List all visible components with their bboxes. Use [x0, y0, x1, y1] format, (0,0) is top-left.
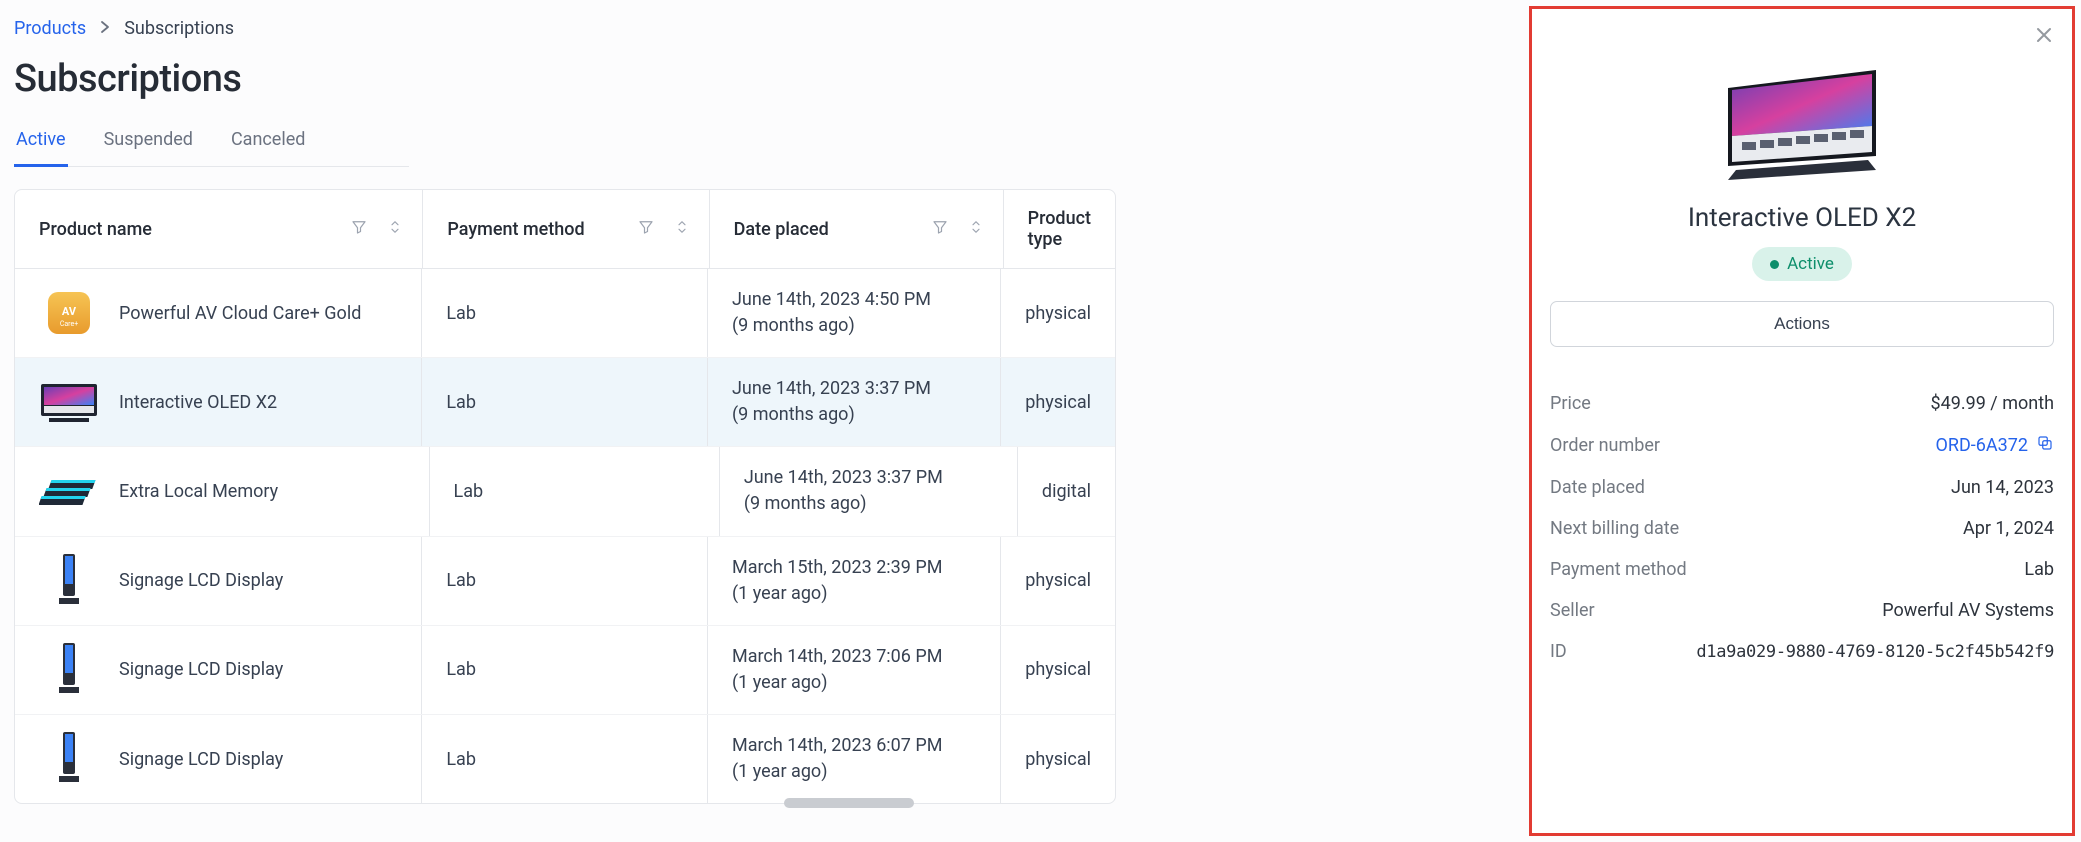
- cell-date-relative: (1 year ago): [732, 670, 942, 696]
- filter-icon[interactable]: [637, 218, 655, 241]
- table-row[interactable]: AV Care+ Powerful AV Cloud Care+ Gold Lab…: [15, 269, 1115, 358]
- table-row[interactable]: Signage LCD Display Lab March 15th, 2023…: [15, 537, 1115, 626]
- product-name: Signage LCD Display: [119, 659, 283, 680]
- tab-canceled[interactable]: Canceled: [229, 129, 308, 167]
- status-dot-icon: [1770, 260, 1779, 269]
- cell-date-relative: (9 months ago): [732, 402, 931, 428]
- product-image-tv-icon: [1722, 59, 1882, 189]
- cell-type: physical: [1001, 358, 1115, 446]
- column-header-label: Date placed: [734, 219, 829, 240]
- field-value-date: Jun 14, 2023: [1951, 477, 2054, 498]
- column-header-product[interactable]: Product name: [15, 190, 423, 268]
- product-name: Signage LCD Display: [119, 570, 283, 591]
- panel-title: Interactive OLED X2: [1688, 203, 1916, 233]
- cell-type: physical: [1001, 715, 1115, 803]
- svg-text:Care+: Care+: [60, 320, 78, 328]
- field-label-id: ID: [1550, 641, 1567, 662]
- cell-type: digital: [1018, 447, 1115, 535]
- cell-payment: Lab: [422, 626, 708, 714]
- field-value-seller: Powerful AV Systems: [1882, 600, 2054, 621]
- column-header-payment[interactable]: Payment method: [423, 190, 709, 268]
- filter-icon[interactable]: [931, 218, 949, 241]
- field-value-id: d1a9a029-9880-4769-8120-5c2f45b542f9: [1696, 642, 2054, 662]
- breadcrumb-current: Subscriptions: [124, 18, 234, 39]
- column-header-label: Payment method: [447, 219, 584, 240]
- field-value-order[interactable]: ORD-6A372: [1936, 434, 2054, 457]
- cell-date: June 14th, 2023 3:37 PM: [732, 376, 931, 402]
- product-thumb-ram-icon: [39, 465, 99, 517]
- table-header-row: Product name Payment method Date placed: [15, 190, 1115, 269]
- cell-payment: Lab: [422, 537, 708, 625]
- cell-date: June 14th, 2023 3:37 PM: [744, 465, 943, 491]
- field-value-next: Apr 1, 2024: [1963, 518, 2054, 539]
- copy-icon[interactable]: [2036, 434, 2054, 457]
- product-name: Powerful AV Cloud Care+ Gold: [119, 303, 361, 324]
- chevron-right-icon: [100, 18, 110, 39]
- table-row[interactable]: Signage LCD Display Lab March 14th, 2023…: [15, 626, 1115, 715]
- tab-active[interactable]: Active: [14, 129, 68, 167]
- product-thumb-signage-icon: [39, 733, 99, 785]
- field-label-next: Next billing date: [1550, 518, 1679, 539]
- field-value-price: $49.99 / month: [1931, 393, 2054, 414]
- table-row[interactable]: Signage LCD Display Lab March 14th, 2023…: [15, 715, 1115, 803]
- detail-panel: Interactive OLED X2 Active Actions Price…: [1529, 6, 2075, 836]
- tabs: Active Suspended Canceled: [14, 129, 409, 167]
- cell-date-relative: (9 months ago): [732, 313, 931, 339]
- product-thumb-signage-icon: [39, 555, 99, 607]
- breadcrumb: Products Subscriptions: [14, 18, 1116, 39]
- product-name: Extra Local Memory: [119, 481, 278, 502]
- field-value-payment: Lab: [2024, 559, 2054, 580]
- cell-date-relative: (1 year ago): [732, 581, 942, 607]
- tab-suspended[interactable]: Suspended: [102, 129, 195, 167]
- cell-date-relative: (1 year ago): [732, 759, 942, 785]
- field-label-date: Date placed: [1550, 477, 1645, 498]
- column-header-label: Product type: [1028, 208, 1091, 250]
- cell-payment: Lab: [422, 269, 708, 357]
- page-title: Subscriptions: [14, 57, 1116, 101]
- cell-date-relative: (9 months ago): [744, 491, 943, 517]
- cell-date: June 14th, 2023 4:50 PM: [732, 287, 931, 313]
- product-thumb-signage-icon: [39, 644, 99, 696]
- cell-date: March 15th, 2023 2:39 PM: [732, 555, 942, 581]
- status-text: Active: [1787, 254, 1834, 274]
- cell-type: physical: [1001, 269, 1115, 357]
- cell-payment: Lab: [422, 715, 708, 803]
- sort-icon[interactable]: [967, 218, 985, 241]
- cell-date: March 14th, 2023 7:06 PM: [732, 644, 942, 670]
- column-header-label: Product name: [39, 219, 152, 240]
- status-badge: Active: [1752, 247, 1852, 281]
- column-header-date[interactable]: Date placed: [710, 190, 1004, 268]
- breadcrumb-parent-link[interactable]: Products: [14, 18, 86, 39]
- filter-icon[interactable]: [350, 218, 368, 241]
- field-label-payment: Payment method: [1550, 559, 1687, 580]
- field-label-order: Order number: [1550, 435, 1660, 456]
- cell-payment: Lab: [422, 358, 708, 446]
- order-link-text: ORD-6A372: [1936, 435, 2028, 456]
- sort-icon[interactable]: [673, 218, 691, 241]
- cell-type: physical: [1001, 537, 1115, 625]
- cell-payment: Lab: [430, 447, 720, 535]
- field-label-seller: Seller: [1550, 600, 1595, 621]
- detail-fields: Price $49.99 / month Order number ORD-6A…: [1550, 383, 2054, 672]
- field-label-price: Price: [1550, 393, 1591, 414]
- cell-type: physical: [1001, 626, 1115, 714]
- cell-date: March 14th, 2023 6:07 PM: [732, 733, 942, 759]
- horizontal-scrollbar[interactable]: [14, 798, 1116, 808]
- product-thumb-tv-icon: [39, 376, 99, 428]
- actions-button[interactable]: Actions: [1550, 301, 2054, 347]
- sort-icon[interactable]: [386, 218, 404, 241]
- product-thumb-gold-badge-icon: AV Care+: [39, 287, 99, 339]
- product-name: Signage LCD Display: [119, 749, 283, 770]
- column-header-type[interactable]: Product type: [1004, 190, 1115, 268]
- subscriptions-table: Product name Payment method Date placed: [14, 189, 1116, 804]
- close-icon[interactable]: [2032, 23, 2056, 51]
- table-row[interactable]: Interactive OLED X2 Lab June 14th, 2023 …: [15, 358, 1115, 447]
- svg-text:AV: AV: [62, 305, 77, 318]
- product-name: Interactive OLED X2: [119, 392, 277, 413]
- table-row[interactable]: Extra Local Memory Lab June 14th, 2023 3…: [15, 447, 1115, 536]
